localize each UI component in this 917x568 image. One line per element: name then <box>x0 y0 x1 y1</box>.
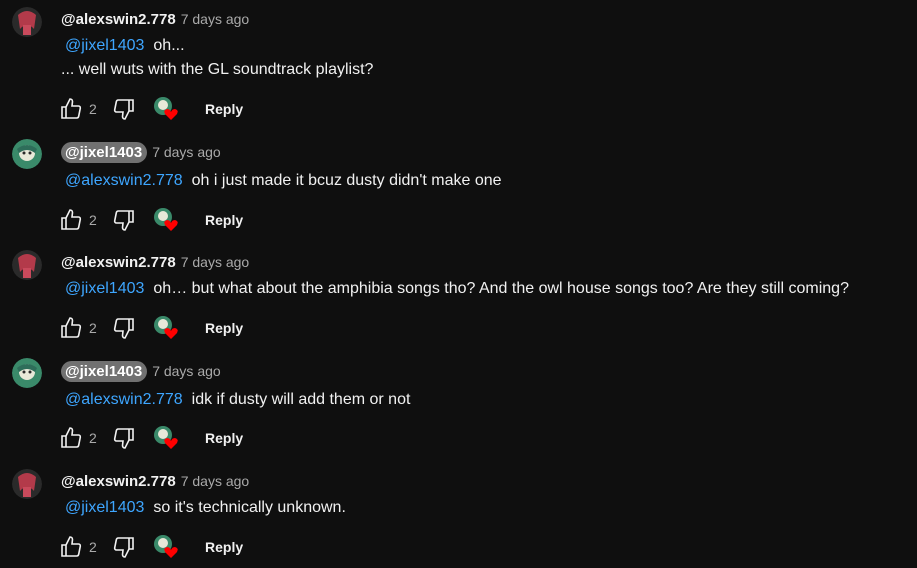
creator-heart-icon <box>154 97 178 120</box>
comment-header: @jixel1403 7 days ago <box>61 360 221 382</box>
creator-heart-icon <box>154 316 178 339</box>
comment-body: oh… but what about the amphibia songs th… <box>153 280 849 297</box>
comment-body: oh i just made it bcuz dusty didn't make… <box>191 172 502 189</box>
comment-text-line2: ... well wuts with the GL soundtrack pla… <box>61 61 374 78</box>
reply-button[interactable]: Reply <box>205 101 243 117</box>
comment-body: oh... <box>153 37 185 54</box>
dislike-icon <box>113 428 134 449</box>
like-icon <box>61 317 82 338</box>
like-button[interactable] <box>58 425 84 451</box>
dislike-button[interactable] <box>111 534 137 560</box>
mention-link[interactable]: @alexswin2.778 <box>65 391 183 408</box>
creator-heart-icon <box>154 535 178 558</box>
like-icon <box>61 427 82 448</box>
reply-button[interactable]: Reply <box>205 320 243 336</box>
dislike-button[interactable] <box>111 207 137 233</box>
creator-heart <box>153 315 179 341</box>
comment-header: @alexswin2.778 7 days ago <box>61 252 249 272</box>
author-name[interactable]: @jixel1403 <box>61 360 148 382</box>
creator-heart <box>153 96 179 122</box>
like-button[interactable] <box>58 207 84 233</box>
timestamp[interactable]: 7 days ago <box>152 363 221 379</box>
like-count: 2 <box>89 212 97 228</box>
reply-button[interactable]: Reply <box>205 539 243 555</box>
like-button[interactable] <box>58 96 84 122</box>
comment-actions: 2 Reply <box>58 314 243 342</box>
dislike-button[interactable] <box>111 96 137 122</box>
avatar[interactable] <box>12 7 42 37</box>
dislike-icon <box>113 537 134 558</box>
author-name[interactable]: @alexswin2.778 <box>61 473 176 490</box>
comment-body: idk if dusty will add them or not <box>191 391 411 408</box>
like-count: 2 <box>89 101 97 117</box>
mention-link[interactable]: @jixel1403 <box>65 37 144 54</box>
comment-actions: 2 Reply <box>58 95 243 123</box>
mention-link[interactable]: @jixel1403 <box>65 499 144 516</box>
mention-link[interactable]: @alexswin2.778 <box>65 172 183 189</box>
like-count: 2 <box>89 539 97 555</box>
creator-heart <box>153 425 179 451</box>
comment-header: @alexswin2.778 7 days ago <box>61 9 249 29</box>
dislike-icon <box>113 99 134 120</box>
dislike-icon <box>113 318 134 339</box>
timestamp[interactable]: 7 days ago <box>181 254 250 270</box>
comment-actions: 2 Reply <box>58 206 243 234</box>
author-name[interactable]: @alexswin2.778 <box>61 254 176 271</box>
dislike-icon <box>113 210 134 231</box>
creator-heart-icon <box>154 208 178 231</box>
like-button[interactable] <box>58 534 84 560</box>
mention-link[interactable]: @jixel1403 <box>65 280 144 297</box>
author-name[interactable]: @alexswin2.778 <box>61 11 176 28</box>
comment-text: @jixel1403 oh… but what about the amphibi… <box>65 280 849 298</box>
comment-body: so it's technically unknown. <box>153 499 346 516</box>
avatar[interactable] <box>12 358 42 388</box>
like-count: 2 <box>89 320 97 336</box>
author-name[interactable]: @jixel1403 <box>61 141 148 163</box>
comment-header: @jixel1403 7 days ago <box>61 141 221 163</box>
creator-heart-icon <box>154 426 178 449</box>
comment-text: @alexswin2.778 idk if dusty will add them… <box>65 391 410 409</box>
avatar[interactable] <box>12 469 42 499</box>
reply-button[interactable]: Reply <box>205 430 243 446</box>
avatar[interactable] <box>12 139 42 169</box>
timestamp[interactable]: 7 days ago <box>152 144 221 160</box>
like-count: 2 <box>89 430 97 446</box>
comment-actions: 2 Reply <box>58 533 243 561</box>
reply-button[interactable]: Reply <box>205 212 243 228</box>
creator-heart <box>153 207 179 233</box>
dislike-button[interactable] <box>111 425 137 451</box>
like-button[interactable] <box>58 315 84 341</box>
dislike-button[interactable] <box>111 315 137 341</box>
comment-header: @alexswin2.778 7 days ago <box>61 471 249 491</box>
like-icon <box>61 209 82 230</box>
comment-text: @jixel1403 so it's technically unknown. <box>65 499 346 517</box>
timestamp[interactable]: 7 days ago <box>181 11 250 27</box>
creator-heart <box>153 534 179 560</box>
timestamp[interactable]: 7 days ago <box>181 473 250 489</box>
like-icon <box>61 536 82 557</box>
comment-text: @alexswin2.778 oh i just made it bcuz dus… <box>65 172 502 190</box>
like-icon <box>61 98 82 119</box>
comment-actions: 2 Reply <box>58 424 243 452</box>
avatar[interactable] <box>12 250 42 280</box>
comment-text: @jixel1403 oh... <box>65 37 185 55</box>
